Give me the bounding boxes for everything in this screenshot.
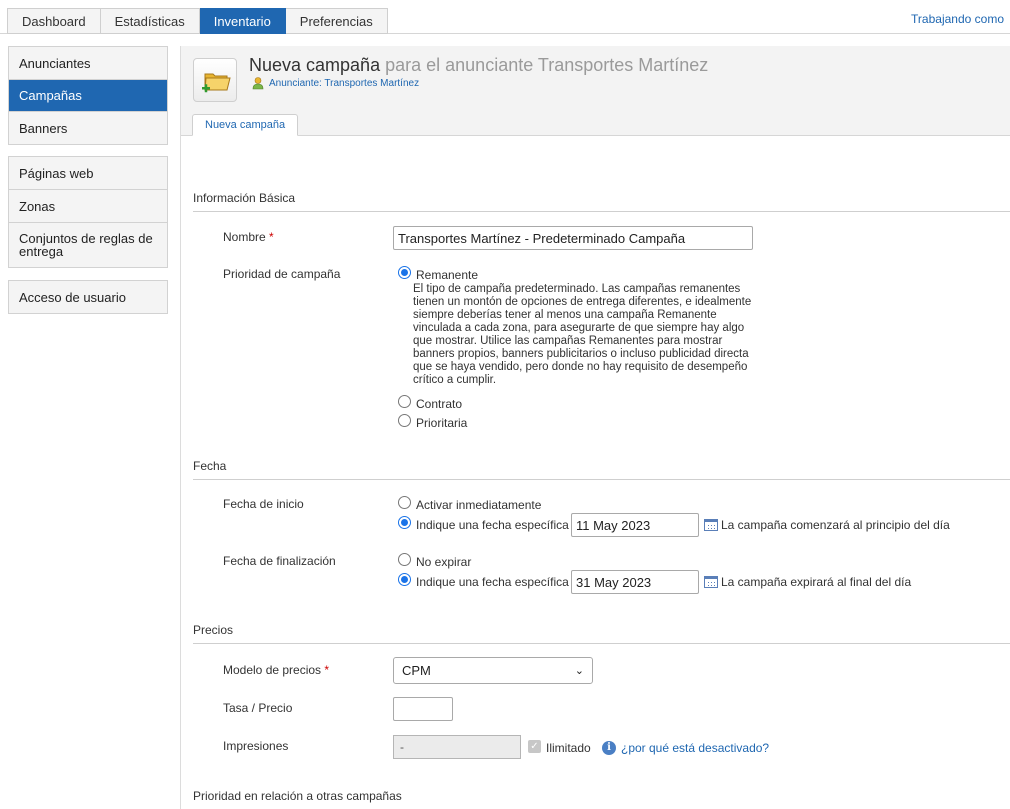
tab-preferencias[interactable]: Preferencias (285, 8, 388, 34)
info-icon[interactable]: i (602, 741, 616, 755)
working-as-link[interactable]: Trabajando como (911, 12, 1004, 26)
page-title-main: Nueva campaña (249, 55, 381, 75)
advertiser-breadcrumb: Anunciante: Transportes Martínez (252, 77, 419, 90)
impressions-input: - (393, 735, 521, 759)
priority-contract-radio[interactable] (398, 395, 411, 408)
campaign-name-input[interactable] (393, 226, 753, 250)
impressions-label: Impresiones (223, 739, 289, 753)
end-date-label: Fecha de finalización (223, 554, 336, 568)
calendar-icon[interactable] (704, 576, 718, 588)
sidebar-item-paginas-web[interactable]: Páginas web (9, 157, 167, 190)
pricing-model-select[interactable]: CPM ⌄ (393, 657, 593, 684)
sidebar-item-banners[interactable]: Banners (9, 112, 167, 144)
no-expire-radio[interactable] (398, 553, 411, 566)
sidebar-group-access: Acceso de usuario (8, 280, 168, 314)
page-title-suffix: para el anunciante Transportes Martínez (385, 55, 709, 75)
required-mark: * (269, 230, 274, 244)
section-pricing: Precios (193, 623, 234, 637)
priority-override-radio[interactable] (398, 414, 411, 427)
new-campaign-icon (193, 58, 237, 102)
start-specific-label: Indique una fecha específica (416, 518, 569, 532)
rate-price-label: Tasa / Precio (223, 701, 293, 715)
sidebar-item-zonas[interactable]: Zonas (9, 190, 167, 223)
advertiser-link[interactable]: Anunciante: Transportes Martínez (269, 78, 419, 89)
sidebar-group-inventory: Anunciantes Campañas Banners (8, 46, 168, 145)
section-date: Fecha (193, 459, 227, 473)
start-specific-radio[interactable] (398, 516, 411, 529)
user-icon (252, 77, 264, 90)
start-immediately-radio[interactable] (398, 496, 411, 509)
name-label: Nombre * (223, 230, 274, 244)
rate-price-input[interactable] (393, 697, 453, 721)
tab-nueva-campana[interactable]: Nueva campaña (192, 114, 299, 136)
pricing-model-value: CPM (402, 663, 431, 678)
page-title: Nueva campaña para el anunciante Transpo… (249, 55, 708, 76)
calendar-icon[interactable] (704, 519, 718, 531)
unlimited-label: Ilimitado (546, 741, 591, 755)
required-mark: * (324, 663, 330, 677)
sidebar-item-campanas[interactable]: Campañas (9, 80, 167, 112)
section-divider (193, 211, 1010, 212)
tab-estadisticas[interactable]: Estadísticas (100, 8, 200, 34)
start-immediately-label: Activar inmediatamente (416, 498, 542, 512)
end-date-input[interactable] (571, 570, 699, 594)
sidebar-group-sites: Páginas web Zonas Conjuntos de reglas de… (8, 156, 168, 268)
sidebar-item-anunciantes[interactable]: Anunciantes (9, 47, 167, 80)
end-specific-radio[interactable] (398, 573, 411, 586)
section-divider (193, 643, 1010, 644)
pricing-model-label-text: Modelo de precios (223, 663, 322, 677)
start-date-input[interactable] (571, 513, 699, 537)
sidebar-item-acceso-usuario[interactable]: Acceso de usuario (9, 281, 167, 313)
campaign-priority-label: Prioridad de campaña (223, 267, 341, 281)
unlimited-checkbox: ✓ (528, 740, 541, 753)
section-basic-info: Información Básica (193, 191, 296, 205)
remnant-description: El tipo de campaña predeterminado. Las c… (413, 283, 752, 386)
start-date-label: Fecha de inicio (223, 497, 304, 511)
end-date-note: La campaña expirará al final del día (721, 575, 912, 589)
why-disabled-link[interactable]: ¿por qué está desactivado? (621, 741, 769, 755)
end-specific-label: Indique una fecha específica (416, 575, 569, 589)
sidebar-item-conjuntos-reglas[interactable]: Conjuntos de reglas de entrega (9, 223, 167, 267)
priority-contract-label: Contrato (416, 397, 463, 411)
section-relative-priority: Prioridad en relación a otras campañas (193, 789, 402, 803)
tab-dashboard[interactable]: Dashboard (7, 8, 101, 34)
top-navigation: Dashboard Estadísticas Inventario Prefer… (0, 0, 1010, 34)
chevron-down-icon: ⌄ (574, 665, 584, 677)
content-divider (180, 46, 181, 809)
tab-inventario[interactable]: Inventario (199, 8, 286, 34)
priority-remnant-label: Remanente (416, 268, 479, 282)
start-date-note: La campaña comenzará al principio del dí… (721, 518, 950, 532)
main-tabs: Dashboard Estadísticas Inventario Prefer… (7, 8, 388, 34)
no-expire-label: No expirar (416, 555, 472, 569)
priority-remnant-radio[interactable] (398, 266, 411, 279)
pricing-model-label: Modelo de precios * (223, 663, 329, 677)
priority-override-label: Prioritaria (416, 416, 468, 430)
section-divider (193, 479, 1010, 480)
name-label-text: Nombre (223, 230, 266, 244)
